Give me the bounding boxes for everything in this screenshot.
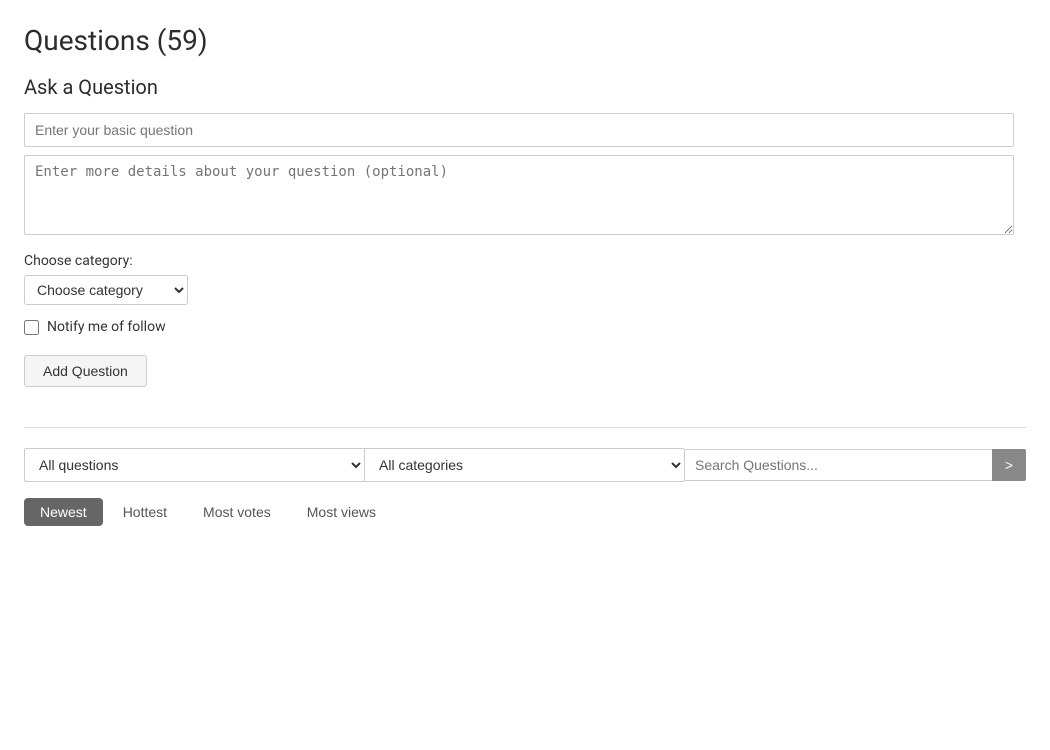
- page-title: Questions (59): [24, 24, 1026, 57]
- filter-categories-select[interactable]: All categories General Technical: [364, 448, 684, 482]
- sort-tabs: Newest Hottest Most votes Most views: [24, 498, 1026, 526]
- search-button[interactable]: >: [992, 449, 1026, 481]
- search-input[interactable]: [684, 449, 992, 481]
- add-question-button[interactable]: Add Question: [24, 355, 147, 387]
- filter-questions-select[interactable]: All questions Open questions Closed ques…: [24, 448, 364, 482]
- tab-most-votes[interactable]: Most votes: [187, 498, 287, 526]
- basic-question-input[interactable]: [24, 113, 1014, 147]
- search-wrapper: >: [684, 449, 1026, 481]
- notify-checkbox[interactable]: [24, 320, 39, 335]
- ask-heading: Ask a Question: [24, 75, 1026, 99]
- filter-row: All questions Open questions Closed ques…: [24, 448, 1026, 482]
- section-divider: [24, 427, 1026, 428]
- tab-newest[interactable]: Newest: [24, 498, 103, 526]
- tab-most-views[interactable]: Most views: [291, 498, 392, 526]
- notify-label[interactable]: Notify me of follow: [47, 319, 166, 335]
- tab-hottest[interactable]: Hottest: [107, 498, 183, 526]
- category-label: Choose category:: [24, 253, 1026, 269]
- details-input[interactable]: [24, 155, 1014, 235]
- category-select[interactable]: Choose category General Technical Billin…: [24, 275, 188, 305]
- notify-row: Notify me of follow: [24, 319, 1026, 335]
- ask-form: Choose category: Choose category General…: [24, 113, 1026, 417]
